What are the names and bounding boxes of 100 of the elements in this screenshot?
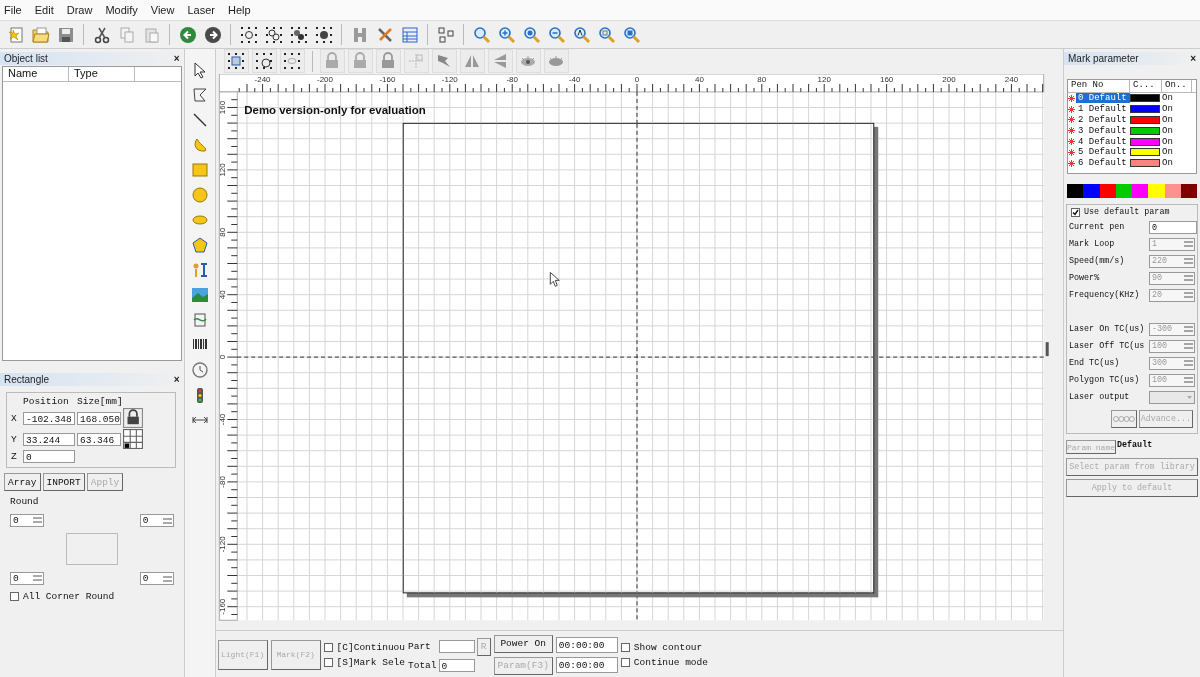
ruler-label: 40 <box>217 290 227 300</box>
spin-field[interactable]: 0 <box>10 513 44 527</box>
column-header[interactable]: Type <box>69 67 135 81</box>
input-field[interactable]: -102.348 <box>23 411 75 425</box>
clock-icon[interactable] <box>190 361 209 379</box>
param-label: Laser On TC(us) <box>1069 324 1146 334</box>
close-icon[interactable]: × <box>1190 53 1196 64</box>
checkbox-label: All Corner Round <box>23 591 115 602</box>
panel-button[interactable]: INPORT <box>42 473 85 491</box>
select-dots-icon[interactable] <box>289 25 308 44</box>
picture-icon[interactable] <box>190 286 209 304</box>
ruler-label: -40 <box>217 413 227 426</box>
close-icon[interactable]: × <box>173 374 180 385</box>
list-icon[interactable] <box>400 25 419 44</box>
spin-arrows-icon[interactable] <box>161 515 173 526</box>
scissors-icon[interactable] <box>92 25 111 44</box>
pen-name[interactable]: 3 Default <box>1076 125 1130 136</box>
zoom-icon[interactable] <box>472 25 491 44</box>
palette-color[interactable] <box>1148 184 1165 198</box>
spin-field[interactable]: 0 <box>139 572 174 585</box>
spin-arrows-icon[interactable] <box>161 573 173 584</box>
pen-name[interactable]: 2 Default <box>1076 115 1130 125</box>
menu-item[interactable]: Modify <box>105 4 138 16</box>
menu-item[interactable]: Draw <box>66 4 93 16</box>
column-header[interactable]: On.. <box>1162 80 1192 92</box>
param-label: Current pen <box>1069 222 1126 232</box>
zoom-icon[interactable] <box>597 25 616 44</box>
menu-item[interactable]: Laser <box>187 4 215 16</box>
panel-title: Rectangle <box>4 374 50 385</box>
input-field[interactable]: 0 <box>438 658 475 672</box>
pen-list[interactable]: Pen No C... On.. 0 Default On 1 Default On 2 Default On 3 Default On 4 Default On 5 Default On 6 Default On <box>1067 79 1197 174</box>
column-header[interactable]: C... <box>1130 80 1162 92</box>
zoom-out-icon[interactable] <box>547 25 566 44</box>
checkbox[interactable] <box>620 657 630 667</box>
select-circles-icon[interactable] <box>264 25 283 44</box>
select-filled-icon[interactable] <box>314 25 333 44</box>
menu-item[interactable]: File <box>4 4 22 16</box>
input-field[interactable]: 168.050 <box>77 411 121 425</box>
input-field[interactable] <box>438 640 475 654</box>
rectangle-tool-icon[interactable] <box>190 161 209 179</box>
pen-name[interactable]: 0 Default <box>1076 93 1130 104</box>
ruler-label: 0 <box>634 74 639 84</box>
pen-name[interactable]: 5 Default <box>1076 147 1130 158</box>
input-field[interactable]: 0 <box>23 450 75 463</box>
zoom-in-icon[interactable] <box>497 25 516 44</box>
save-icon[interactable] <box>56 25 75 44</box>
pen-name[interactable]: 1 Default <box>1076 104 1130 115</box>
input-field[interactable]: 63.346 <box>77 432 121 446</box>
checkbox[interactable] <box>10 592 19 601</box>
select-rotate-icon[interactable] <box>255 52 274 71</box>
spin-arrows-icon[interactable] <box>32 515 43 525</box>
select-box-icon[interactable] <box>227 52 246 71</box>
checkbox[interactable] <box>323 642 333 652</box>
pen-status: On <box>1162 125 1174 136</box>
input-field[interactable]: 33.244 <box>23 432 75 446</box>
zoom-all-icon[interactable] <box>572 25 591 44</box>
lock-icon[interactable] <box>123 408 143 428</box>
checkbox[interactable] <box>323 657 333 667</box>
tools-icon[interactable] <box>375 25 394 44</box>
ruler-label: 40 <box>694 74 704 84</box>
anchor-grid-icon[interactable] <box>123 429 143 449</box>
circle-tool-icon[interactable] <box>190 186 209 204</box>
pen-status: On <box>1162 147 1174 158</box>
param-label: Power% <box>1069 273 1101 283</box>
spin-arrows-icon[interactable] <box>32 573 43 583</box>
panel-title: Object list <box>4 53 48 64</box>
power-button[interactable]: Power On <box>493 634 553 653</box>
close-icon[interactable]: × <box>173 53 180 64</box>
pen-name[interactable]: 4 Default <box>1076 136 1130 147</box>
spin-field[interactable]: 0 <box>10 571 44 585</box>
palette-color[interactable] <box>1067 184 1084 198</box>
zoom-window-icon[interactable] <box>622 25 641 44</box>
checkbox[interactable] <box>1071 207 1080 217</box>
options-button[interactable] <box>1110 410 1137 428</box>
palette-color[interactable] <box>1083 184 1100 198</box>
round-label: Round <box>10 496 40 507</box>
menu-item[interactable]: Edit <box>34 4 54 16</box>
time-field: 00:00:00 <box>555 636 618 653</box>
column-header[interactable]: Name <box>3 67 69 81</box>
zoom-in-icon[interactable] <box>522 25 541 44</box>
column-header[interactable]: Pen No <box>1068 80 1130 92</box>
spin-field[interactable]: 0 <box>139 514 174 527</box>
new-file-icon[interactable] <box>6 25 25 44</box>
menu-item[interactable]: Help <box>227 4 251 16</box>
node-edit-icon[interactable] <box>190 86 209 104</box>
open-folder-icon[interactable] <box>31 25 50 44</box>
panel-title: Mark parameter <box>1068 53 1139 64</box>
param-label: Laser Off TC(us <box>1069 341 1146 351</box>
object-list[interactable]: Name Type <box>2 66 182 361</box>
palette-color[interactable] <box>1132 184 1149 198</box>
scroll-handle[interactable] <box>1045 342 1049 357</box>
panel-button[interactable]: Array <box>4 473 41 491</box>
param-label: Polygon TC(us) <box>1069 375 1141 385</box>
checkbox[interactable] <box>620 642 630 652</box>
input-field[interactable]: 0 <box>1149 220 1197 234</box>
nodes-icon[interactable] <box>436 25 455 44</box>
polygon-tool-icon[interactable] <box>190 236 209 254</box>
select-circle-icon[interactable] <box>239 25 258 44</box>
menu-item[interactable]: View <box>150 4 175 16</box>
pen-name[interactable]: 6 Default <box>1076 158 1130 169</box>
